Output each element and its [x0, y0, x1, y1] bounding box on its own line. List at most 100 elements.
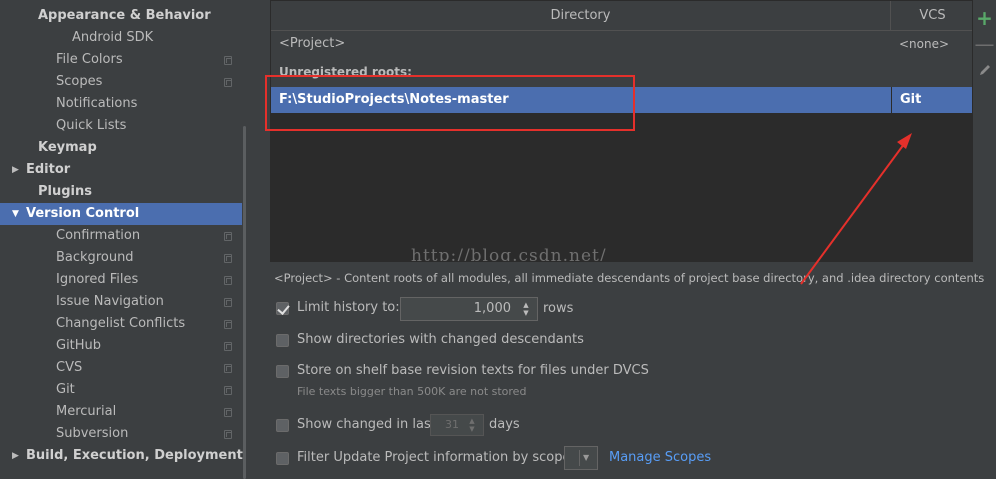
days-label: days [489, 417, 520, 432]
sidebar-item-label: Notifications [56, 96, 138, 111]
show-dirs-checkbox[interactable] [276, 334, 289, 347]
collapsed-arrow-icon[interactable]: ▶ [12, 445, 19, 467]
sidebar-item-android-sdk[interactable]: Android SDK [0, 27, 242, 49]
project-level-icon [224, 276, 232, 285]
sidebar-item-label: Plugins [38, 184, 92, 199]
project-level-icon [224, 298, 232, 307]
sidebar-item-file-colors[interactable]: File Colors [0, 49, 242, 71]
show-changed-checkbox[interactable] [276, 419, 289, 432]
sidebar-item-label: GitHub [56, 338, 102, 353]
show-changed-stepper[interactable]: 31 ▲ ▼ [430, 414, 484, 436]
pencil-icon [979, 65, 990, 75]
sidebar-item-git[interactable]: Git [0, 379, 242, 401]
table-row-project[interactable]: <Project> <none> [271, 31, 972, 57]
limit-history-checkbox[interactable] [276, 302, 289, 315]
sidebar-item-label: Mercurial [56, 404, 117, 419]
show-changed-label: Show changed in last [297, 417, 436, 432]
sidebar-item-label: Subversion [56, 426, 129, 441]
sidebar-item-quick-lists[interactable]: Quick Lists [0, 115, 242, 137]
sidebar-item-label: CVS [56, 360, 83, 375]
sidebar-item-subversion[interactable]: Subversion [0, 423, 242, 445]
shelf-checkbox[interactable] [276, 365, 289, 378]
unregistered-roots-text: Unregistered roots: [279, 65, 412, 79]
sidebar-item-issue-navigation[interactable]: Issue Navigation [0, 291, 242, 313]
cell-vcs: Git [900, 92, 922, 107]
chevron-down-icon[interactable]: ▼ [583, 447, 589, 469]
table-row-selected[interactable]: F:\StudioProjects\Notes-master Git [271, 87, 972, 113]
sidebar-item-label: Build, Execution, Deployment [26, 448, 243, 463]
sidebar-item-label: Issue Navigation [56, 294, 164, 309]
sidebar-item-label: Editor [26, 162, 71, 177]
vcs-mappings-table: Directory VCS <Project> <none> Unregiste… [270, 0, 973, 262]
sidebar-item-appearance-behavior[interactable]: Appearance & Behavior [0, 5, 242, 27]
combo-separator [579, 450, 580, 466]
column-separator [891, 87, 892, 113]
cell-directory: <Project> [279, 36, 346, 51]
sidebar-item-label: Changelist Conflicts [56, 316, 186, 331]
project-level-icon [224, 386, 232, 395]
project-level-icon [224, 430, 232, 439]
sidebar-item-label: Android SDK [72, 30, 154, 45]
sidebar-item-build-execution-deployment[interactable]: ▶ Build, Execution, Deployment [0, 445, 243, 467]
sidebar-item-notifications[interactable]: Notifications [0, 93, 242, 115]
watermark: http://blog.csdn.net/ [411, 246, 607, 262]
unregistered-roots-label: Unregistered roots: [271, 57, 972, 87]
sidebar-item-label: Keymap [38, 140, 97, 155]
scope-select[interactable]: ▼ [564, 446, 598, 470]
roots-description: <Project> - Content roots of all modules… [274, 271, 985, 285]
cell-directory: F:\StudioProjects\Notes-master [279, 92, 509, 107]
sidebar-item-confirmation[interactable]: Confirmation [0, 225, 242, 247]
sidebar-item-version-control[interactable]: ▼ Version Control [0, 203, 242, 225]
sidebar-item-changelist-conflicts[interactable]: Changelist Conflicts [0, 313, 242, 335]
sidebar-item-ignored-files[interactable]: Ignored Files [0, 269, 242, 291]
edit-button[interactable] [973, 58, 996, 82]
project-level-icon [224, 408, 232, 417]
version-control-panel: Directory VCS <Project> <none> Unregiste… [246, 0, 996, 479]
project-level-icon [224, 342, 232, 351]
remove-button[interactable]: — [973, 32, 996, 56]
sidebar-item-background[interactable]: Background [0, 247, 242, 269]
table-header: Directory VCS [271, 1, 972, 31]
shelf-hint: File texts bigger than 500K are not stor… [297, 385, 527, 398]
column-header-directory[interactable]: Directory [271, 1, 891, 31]
cell-vcs: <none> [899, 37, 950, 51]
spinner-arrows-icon[interactable]: ▲ ▼ [465, 417, 479, 433]
sidebar-item-label: Quick Lists [56, 118, 127, 133]
add-button[interactable]: + [973, 6, 996, 30]
sidebar-item-github[interactable]: GitHub [0, 335, 242, 357]
table-toolbar: + — [973, 0, 996, 262]
project-level-icon [224, 232, 232, 241]
project-level-icon [224, 364, 232, 373]
sidebar-item-label: Background [56, 250, 134, 265]
sidebar-item-label: Ignored Files [56, 272, 139, 287]
sidebar-item-label: Appearance & Behavior [38, 8, 211, 23]
project-level-icon [224, 320, 232, 329]
sidebar-item-keymap[interactable]: Keymap [0, 137, 242, 159]
sidebar-item-label: Confirmation [56, 228, 141, 243]
sidebar-item-editor[interactable]: ▶ Editor [0, 159, 242, 181]
project-level-icon [224, 56, 232, 65]
project-level-icon [224, 254, 232, 263]
limit-history-value: 1,000 [473, 301, 511, 316]
collapsed-arrow-icon[interactable]: ▶ [12, 159, 19, 181]
limit-history-stepper[interactable]: 1,000 ▲ ▼ [400, 297, 538, 321]
settings-tree: Appearance & Behavior Android SDK File Col… [0, 0, 246, 479]
sidebar-item-label: Version Control [26, 206, 140, 221]
sidebar-item-scopes[interactable]: Scopes [0, 71, 242, 93]
expanded-arrow-icon[interactable]: ▼ [12, 203, 19, 225]
sidebar-item-label: File Colors [56, 52, 123, 67]
column-header-vcs[interactable]: VCS [891, 1, 972, 31]
sidebar-item-label: Scopes [56, 74, 103, 89]
sidebar-item-cvs[interactable]: CVS [0, 357, 242, 379]
show-changed-value: 31 [445, 418, 459, 431]
project-level-icon [224, 78, 232, 87]
sidebar-item-mercurial[interactable]: Mercurial [0, 401, 242, 423]
sidebar-item-label: Git [56, 382, 75, 397]
rows-label: rows [543, 301, 574, 316]
spinner-arrows-icon[interactable]: ▲ ▼ [519, 301, 533, 317]
filter-update-label: Filter Update Project information by sco… [297, 450, 571, 465]
limit-history-label: Limit history to: [297, 300, 400, 315]
manage-scopes-link[interactable]: Manage Scopes [609, 447, 711, 469]
sidebar-item-plugins[interactable]: Plugins [0, 181, 242, 203]
filter-update-checkbox[interactable] [276, 452, 289, 465]
